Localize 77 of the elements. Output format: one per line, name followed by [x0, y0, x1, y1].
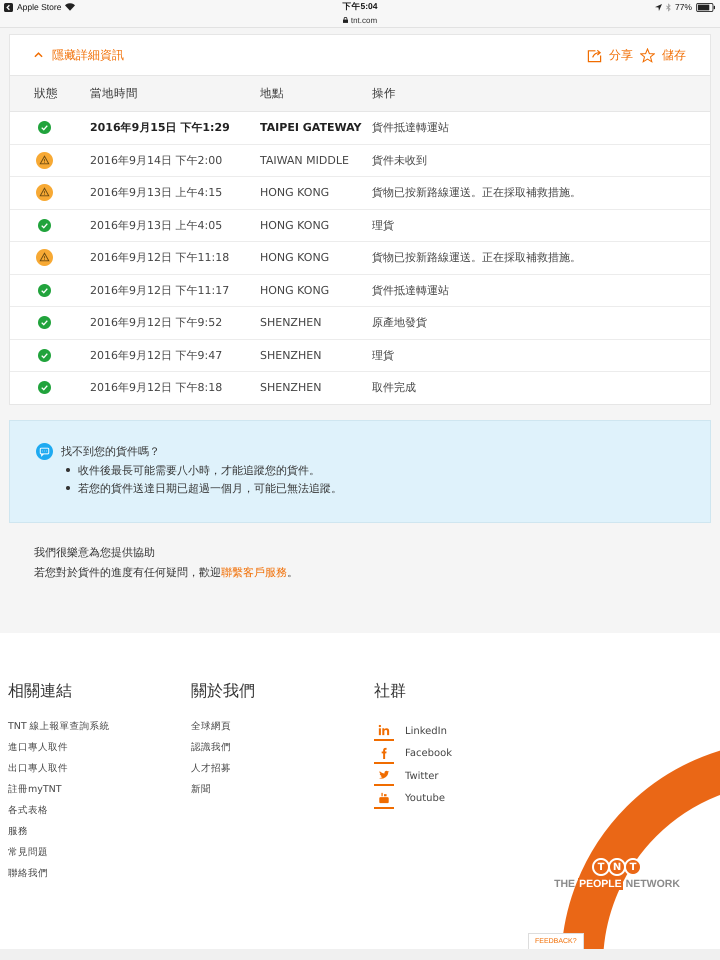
footer-link[interactable]: TNT 線上報單查詢系統 [8, 720, 110, 741]
time-cell-text: 2016年9月13日 上午4:15 [90, 185, 224, 200]
logo-text: NETWORK [626, 878, 680, 890]
battery-percent: 77% [674, 2, 692, 12]
footer-link[interactable]: 註冊myTNT [8, 783, 62, 804]
share-icon[interactable] [587, 48, 602, 62]
action-cell-text: 貨件抵達轉運站 [372, 282, 450, 298]
time-cell-text: 2016年9月12日 下午9:52 [90, 315, 224, 330]
footer-link[interactable]: 全球網頁 [191, 720, 231, 741]
time-cell-text: 2016年9月12日 下午9:47 [90, 348, 224, 363]
footer-heading: 社群 [374, 681, 406, 702]
bluetooth-icon [666, 2, 671, 12]
action-cell-text: 取件完成 [372, 380, 417, 396]
time-cell-text: 2016年9月13日 上午4:05 [90, 218, 224, 233]
column-header: 狀態 [33, 86, 59, 101]
linkedin-icon[interactable] [378, 724, 390, 736]
action-cell-text: 貨物已按新路線運送。正在採取補救措施。 [372, 185, 582, 200]
footer-link[interactable]: 常見問題 [8, 846, 48, 867]
logo-text: THE [554, 878, 576, 890]
social-link[interactable]: Facebook [405, 748, 452, 760]
location-cell-text: TAIPEI GATEWAY [260, 121, 363, 134]
location-cell-text: HONG KONG [260, 284, 330, 297]
footer-link[interactable]: 出口專人取件 [8, 762, 68, 783]
location-cell-text: HONG KONG [260, 251, 330, 264]
action-cell-text: 貨物已按新路線運送。正在採取補救措施。 [372, 250, 582, 266]
social-link[interactable]: Youtube [405, 793, 445, 804]
footer-link[interactable]: 服務 [8, 825, 28, 846]
location-cell-text: TAIWAN MIDDLE [260, 154, 350, 167]
clock-time: 下午5:04 [342, 1, 378, 13]
location-cell-text: SHENZHEN [260, 381, 322, 394]
logo-text: PEOPLE [578, 878, 623, 890]
footer-link[interactable]: 人才招募 [191, 762, 231, 783]
column-header: 操作 [372, 86, 397, 101]
footer-heading: 相關連結 [8, 681, 72, 702]
social-link[interactable]: Twitter [405, 770, 439, 782]
social-link[interactable]: LinkedIn [405, 726, 447, 737]
location-cell-text: HONG KONG [260, 218, 330, 232]
battery-icon [696, 2, 716, 12]
time-cell-text: 2016年9月12日 下午8:18 [90, 380, 224, 396]
column-header: 地點 [260, 86, 285, 101]
time-cell-text: 2016年9月14日 下午2:00 [90, 152, 224, 168]
action-cell-text: 貨件抵達轉運站 [372, 120, 450, 136]
location-cell-text: HONG KONG [260, 186, 330, 200]
lock-icon [342, 17, 348, 23]
star-icon[interactable] [640, 48, 655, 62]
action-cell-text: 原產地發貨 [372, 315, 428, 330]
bullet-icon [66, 468, 70, 472]
footer-link[interactable]: 聯絡我們 [8, 867, 48, 888]
notice-text: 收件後最長可能需要八小時，才能追蹤您的貨件。 [78, 462, 320, 478]
footer-link[interactable]: 認識我們 [191, 741, 231, 762]
footer-link[interactable]: 新聞 [191, 783, 211, 804]
bird-icon[interactable] [378, 769, 390, 782]
footer-link[interactable]: 進口專人取件 [8, 741, 68, 762]
action-cell-text: 理貨 [372, 348, 395, 363]
column-header: 當地時間 [90, 86, 139, 101]
chat-icon [36, 442, 53, 460]
location-cell-text: SHENZHEN [260, 316, 322, 330]
bullet-icon [66, 486, 70, 490]
url-text[interactable]: tnt.com [350, 16, 378, 24]
action-cell-text: 貨件未收到 [372, 152, 428, 168]
help-text: 若您對於貨件的進度有任何疑問，歡迎聯繫客戶服務。 [34, 564, 299, 580]
back-app-label[interactable]: Apple Store [17, 2, 62, 12]
action-cell-text: 理貨 [372, 218, 395, 233]
wifi-icon [65, 3, 76, 11]
time-cell-text: 2016年9月15日 下午1:29 [90, 120, 231, 136]
help-text: 我們很樂意為您提供協助 [34, 544, 156, 560]
location-cell-text: SHENZHEN [260, 348, 322, 362]
location-icon [654, 4, 662, 10]
notice-title: 找不到您的貨件嗎？ [61, 444, 160, 458]
time-cell-text: 2016年9月12日 下午11:17 [90, 282, 230, 298]
footer-link[interactable]: 各式表格 [8, 804, 48, 825]
logo-letter: T [624, 858, 642, 876]
video-icon[interactable] [378, 792, 390, 804]
time-cell-text: 2016年9月12日 下午11:18 [90, 250, 230, 266]
notice-text: 若您的貨件送達日期已超過一個月，可能已無法追蹤。 [78, 480, 342, 496]
footer-heading: 關於我們 [191, 681, 255, 702]
back-icon[interactable] [4, 2, 13, 12]
